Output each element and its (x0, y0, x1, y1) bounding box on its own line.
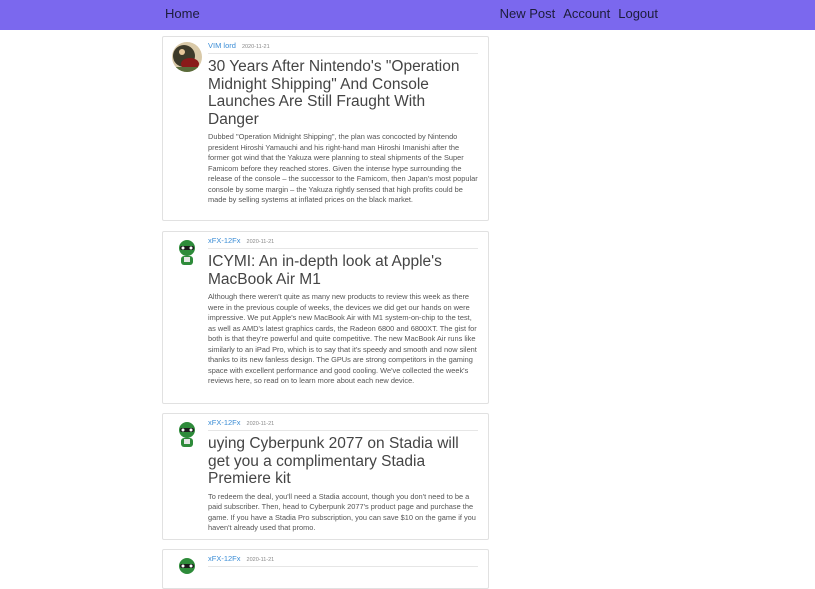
nav-home-link[interactable]: Home (165, 6, 200, 21)
post-card: xFX-12Fx 2020-11-21 uying Cyberpunk 2077… (162, 413, 489, 540)
post-author-link[interactable]: xFX-12Fx (208, 418, 241, 427)
post-date: 2020-11-21 (246, 557, 275, 563)
post-author-link[interactable]: VIM lord (208, 41, 236, 50)
post-meta: xFX-12Fx 2020-11-21 (208, 418, 478, 431)
post-title[interactable]: 30 Years After Nintendo's "Operation Mid… (208, 58, 478, 128)
post-body: xFX-12Fx 2020-11-21 (208, 554, 478, 567)
post-author-link[interactable]: xFX-12Fx (208, 554, 241, 563)
vim-lord-avatar[interactable] (172, 42, 202, 72)
post-meta: xFX-12Fx 2020-11-21 (208, 554, 478, 567)
nav-logout-link[interactable]: Logout (618, 6, 658, 21)
xfx-avatar[interactable] (172, 237, 202, 267)
post-date: 2020-11-21 (241, 44, 270, 50)
post-body: xFX-12Fx 2020-11-21 ICYMI: An in-depth l… (208, 236, 478, 387)
xfx-avatar[interactable] (172, 419, 202, 449)
post-summary: Although there weren't quite as many new… (208, 292, 477, 385)
post-meta: VIM lord 2020-11-21 (208, 41, 478, 54)
post-author-link[interactable]: xFX-12Fx (208, 236, 241, 245)
post-card: VIM lord 2020-11-21 30 Years After Ninte… (162, 36, 489, 221)
post-title[interactable]: uying Cyberpunk 2077 on Stadia will get … (208, 435, 478, 488)
post-date: 2020-11-21 (246, 421, 275, 427)
post-summary: Dubbed "Operation Midnight Shipping", th… (208, 132, 478, 204)
post-summary: To redeem the deal, you'll need a Stadia… (208, 491, 476, 533)
post-date: 2020-11-21 (246, 239, 275, 245)
post-card: xFX-12Fx 2020-11-21 (162, 549, 489, 589)
post-body: xFX-12Fx 2020-11-21 uying Cyberpunk 2077… (208, 418, 478, 534)
nav-new-post-link[interactable]: New Post (500, 6, 556, 21)
nav-right-group: New Post Account Logout (500, 6, 658, 21)
top-navbar: Home New Post Account Logout (0, 0, 815, 30)
post-body: VIM lord 2020-11-21 30 Years After Ninte… (208, 41, 478, 206)
post-title[interactable]: ICYMI: An in-depth look at Apple's MacBo… (208, 253, 478, 288)
post-card: xFX-12Fx 2020-11-21 ICYMI: An in-depth l… (162, 231, 489, 404)
nav-account-link[interactable]: Account (563, 6, 610, 21)
post-meta: xFX-12Fx 2020-11-21 (208, 236, 478, 249)
